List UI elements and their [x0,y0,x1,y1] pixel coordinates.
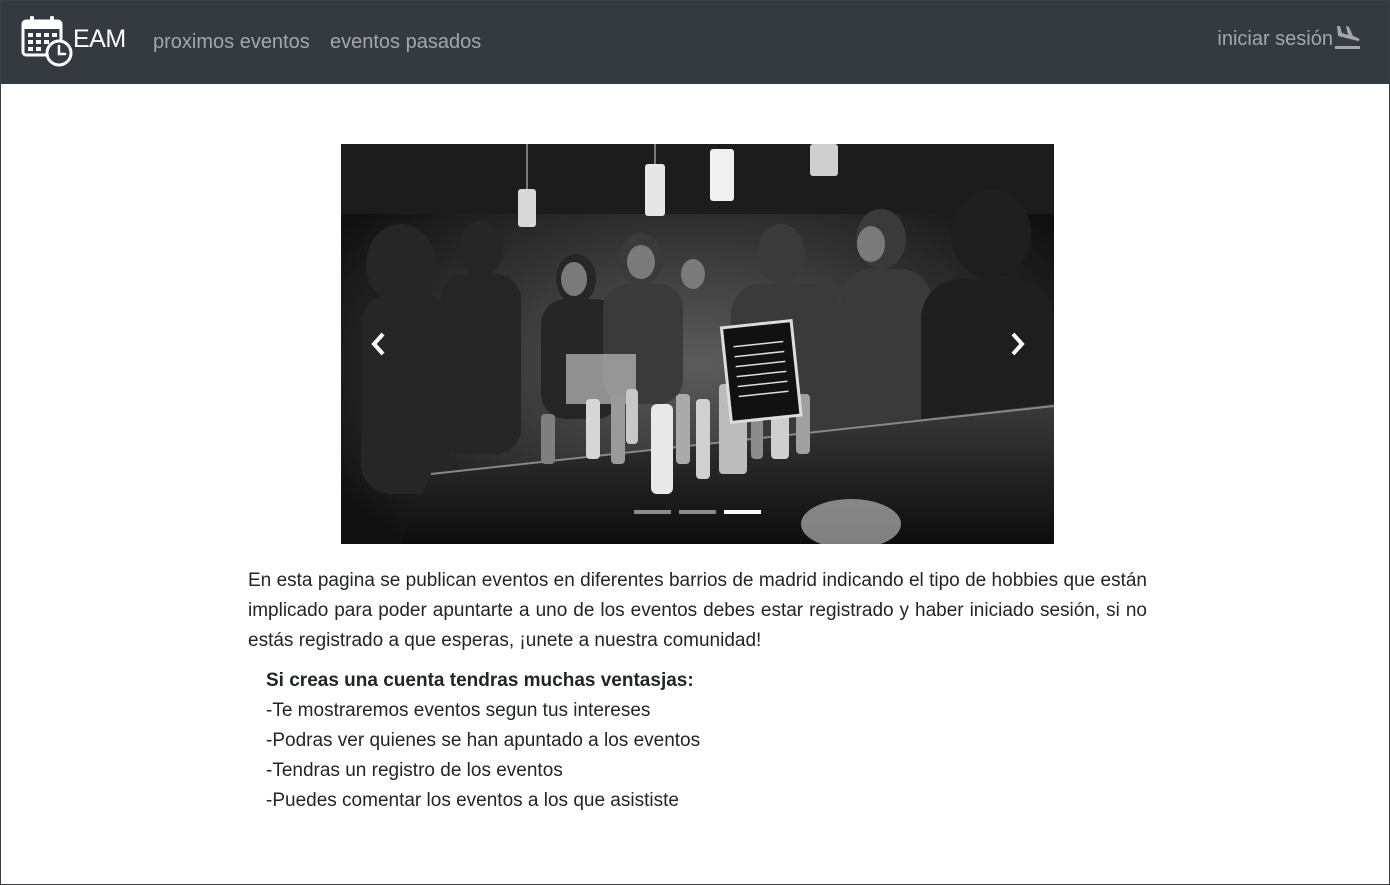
benefits-heading: Si creas una cuenta tendras muchas venta… [266,670,694,691]
carousel-indicator-3[interactable] [724,510,761,514]
nav-link-eventos-pasados[interactable]: eventos pasados [330,31,481,54]
carousel-next-button[interactable] [979,144,1054,544]
plane-landing-icon [1335,26,1360,49]
navbar: EAM proximos eventos eventos pasados ini… [1,1,1389,84]
nav-link-proximos-eventos[interactable]: proximos eventos [153,31,310,54]
benefit-item: -Tendras un registro de los eventos [266,760,563,781]
benefit-item: -Podras ver quienes se han apuntado a lo… [266,730,701,751]
carousel-prev-button[interactable] [341,144,416,544]
benefit-item: -Puedes comentar los eventos a los que a… [266,790,679,811]
login-label: iniciar sesión [1217,28,1333,50]
benefit-item: -Te mostraremos eventos segun tus intere… [266,700,651,721]
brand-name: EAM [73,25,126,53]
carousel-indicator-2[interactable] [679,510,716,514]
chevron-left-icon [370,332,384,356]
calendar-clock-icon [21,16,73,67]
benefits-list: Si creas una cuenta tendras muchas venta… [266,666,966,816]
page-frame: EAM proximos eventos eventos pasados ini… [0,0,1390,885]
carousel-indicators [341,510,1054,514]
login-link[interactable]: iniciar sesión [1217,23,1361,51]
intro-paragraph: En esta pagina se publican eventos en di… [248,570,1147,651]
chevron-right-icon [1011,332,1025,356]
brand-link[interactable]: EAM [21,15,126,69]
event-carousel [341,144,1054,544]
carousel-slide-image [341,144,1054,544]
carousel-indicator-1[interactable] [634,510,671,514]
